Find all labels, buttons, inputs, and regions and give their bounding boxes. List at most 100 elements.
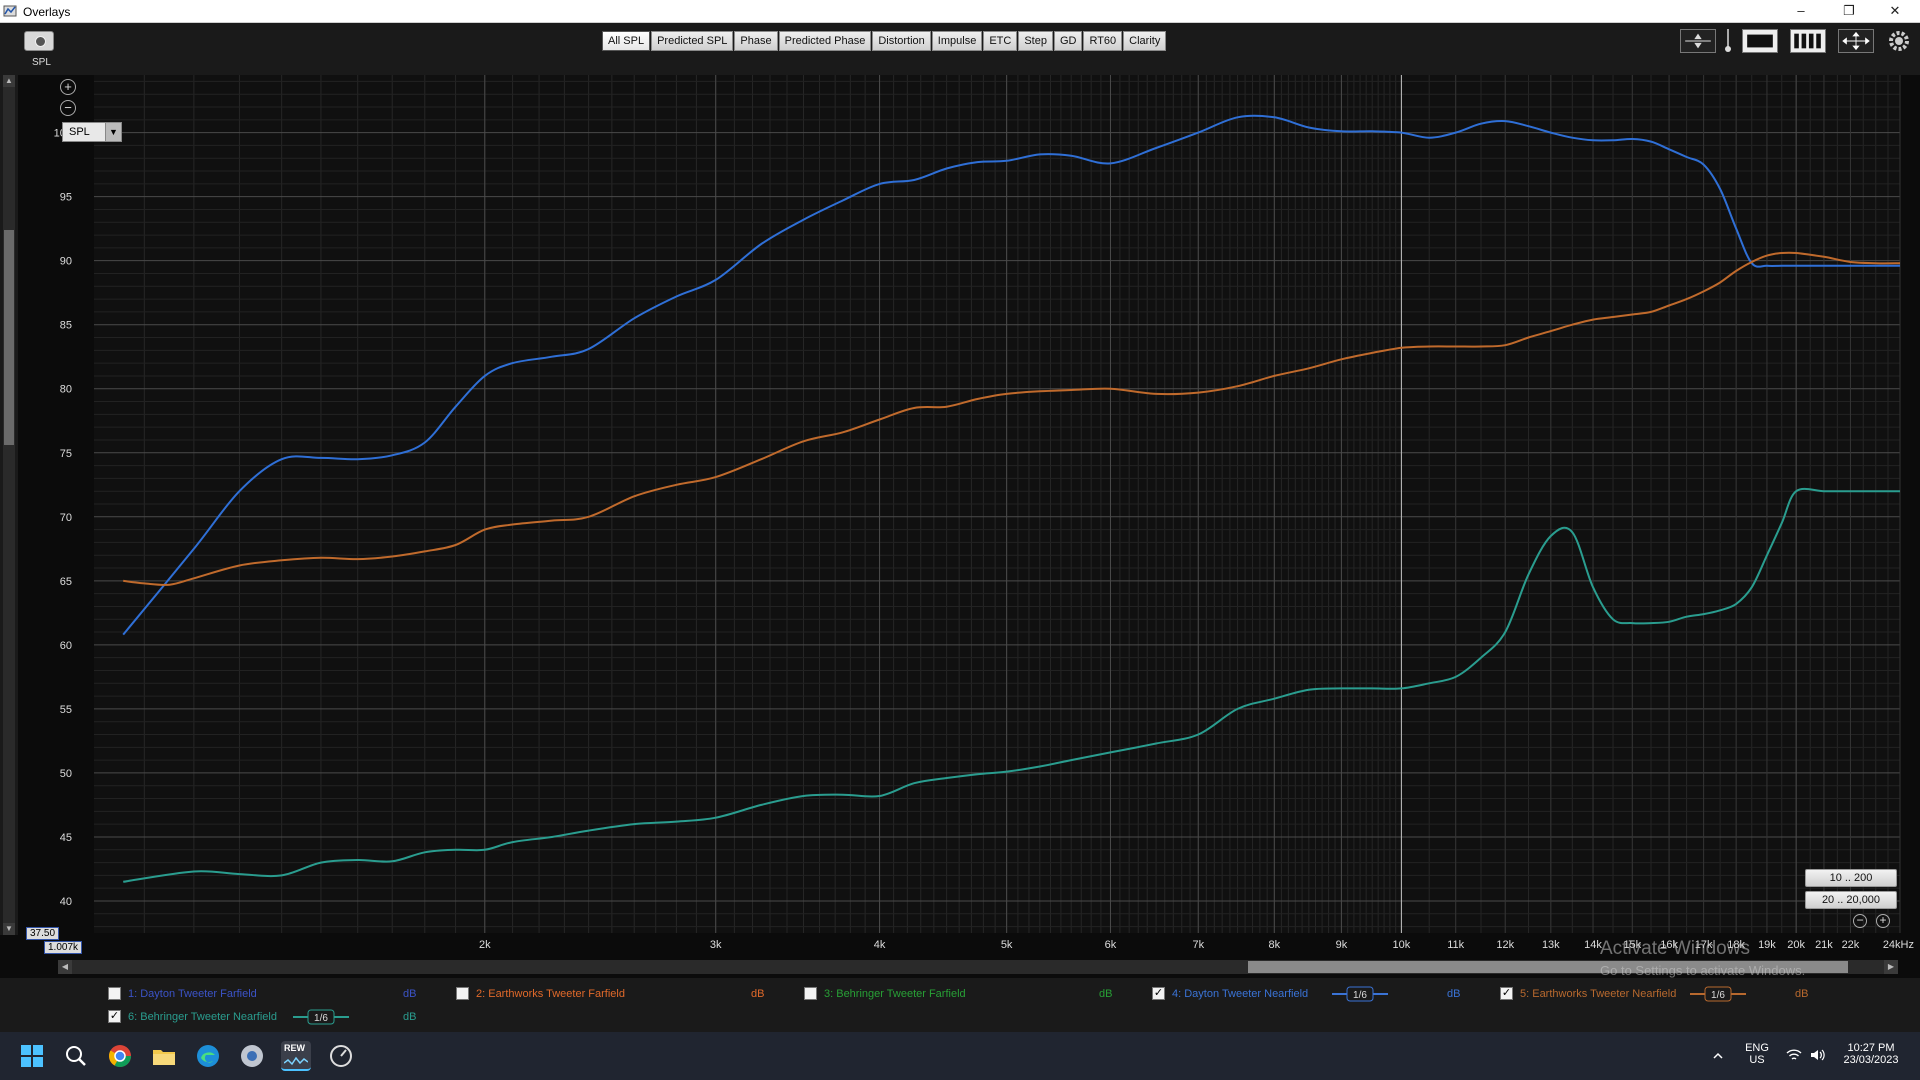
legend-checkbox[interactable]: ✓ — [1152, 987, 1165, 1000]
legend-item[interactable]: ✓ 5: Earthworks Tweeter Nearfield 1/6 dB — [1500, 984, 1840, 1004]
zoom-out-icon[interactable]: − — [60, 100, 76, 116]
fit-arrows-icon[interactable] — [1838, 29, 1874, 53]
tab-step[interactable]: Step — [1018, 31, 1053, 51]
smoothing-indicator[interactable]: 1/6 — [1690, 986, 1746, 1002]
legend-item[interactable]: 1: Dayton Tweeter Farfield dB — [108, 984, 448, 1004]
legend-label: 2: Earthworks Tweeter Farfield — [476, 988, 625, 1000]
x-tick-label: 24kHz — [1883, 939, 1914, 951]
tab-phase[interactable]: Phase — [734, 31, 778, 51]
gear-icon[interactable] — [1886, 29, 1912, 53]
wifi-icon[interactable] — [1786, 1048, 1802, 1062]
search-icon[interactable] — [61, 1041, 91, 1071]
speaker-icon[interactable] — [1810, 1048, 1826, 1062]
x-tick-label: 13k — [1542, 939, 1560, 951]
legend-label: 5: Earthworks Tweeter Nearfield — [1520, 988, 1677, 1000]
legend-checkbox[interactable] — [456, 987, 469, 1000]
x-tick-label: 10k — [1393, 939, 1411, 951]
zoom-out-x-icon[interactable]: − — [1853, 914, 1867, 928]
chevron-up-icon[interactable] — [1712, 1050, 1724, 1062]
vertical-scroll-thumb[interactable] — [4, 230, 14, 445]
y-tick-label: 40 — [60, 896, 72, 908]
legend-item[interactable]: 3: Behringer Tweeter Farfield dB — [804, 984, 1144, 1004]
graph-tabs: All SPL Predicted SPL Phase Predicted Phase… — [602, 31, 1167, 51]
smoothing-indicator[interactable]: 1/6 — [1332, 986, 1388, 1002]
y-tick-label: 90 — [60, 256, 72, 268]
layout-single-icon[interactable] — [1742, 29, 1778, 53]
legend-unit: dB — [1099, 988, 1113, 1000]
scroll-right-icon[interactable]: ▶ — [1884, 960, 1898, 974]
scroll-left-icon[interactable]: ◀ — [58, 960, 72, 974]
app-icon — [3, 5, 17, 17]
smoothing-line-icon: 1/6 — [1690, 986, 1746, 1002]
maximize-button[interactable]: ❐ — [1826, 0, 1872, 23]
x-tick-label: 4k — [874, 939, 886, 951]
min-freq-box[interactable]: 1.007k — [44, 941, 82, 954]
smoothing-label: 1/6 — [314, 1013, 328, 1024]
graph-toolbar: SPL All SPL Predicted SPL Phase Predicted P… — [0, 23, 1920, 75]
vertical-scrollbar[interactable]: ▲ ▼ — [3, 75, 15, 935]
legend-item[interactable]: ✓ 4: Dayton Tweeter Nearfield 1/6 dB — [1152, 984, 1492, 1004]
legend-checkbox[interactable]: ✓ — [108, 1010, 121, 1023]
tab-impulse[interactable]: Impulse — [931, 31, 983, 51]
legend-label: 3: Behringer Tweeter Farfield — [824, 988, 966, 1000]
spl-select[interactable]: SPL ▼ — [62, 122, 122, 142]
layout-columns-icon[interactable] — [1790, 29, 1826, 53]
watermark-line1: Activate Windows — [1600, 938, 1750, 959]
minimize-button[interactable]: – — [1778, 0, 1824, 23]
zoom-in-x-icon[interactable]: + — [1876, 914, 1890, 928]
spl-chart[interactable]: 4045505560657075808590951002k3k4k5k6k7k8… — [18, 75, 1920, 965]
legend-item[interactable]: ✓ 6: Behringer Tweeter Nearfield 1/6 dB — [108, 1007, 448, 1027]
y-tick-label: 65 — [60, 576, 72, 588]
legend-item[interactable]: 2: Earthworks Tweeter Farfield dB — [456, 984, 796, 1004]
clock-time: 10:27 PM — [1847, 1042, 1895, 1054]
legend-checkbox[interactable] — [804, 987, 817, 1000]
taskbar: REW ENG US 10:27 PM 23/03/2023 — [0, 1032, 1920, 1080]
tab-all-spl[interactable]: All SPL — [602, 31, 651, 51]
media-app-icon[interactable] — [237, 1041, 267, 1071]
speedometer-icon[interactable] — [326, 1041, 356, 1071]
y-tick-label: 50 — [60, 768, 72, 780]
x-tick-label: 9k — [1336, 939, 1348, 951]
tab-distortion[interactable]: Distortion — [872, 31, 931, 51]
y-tick-label: 75 — [60, 448, 72, 460]
spl-select-value: SPL — [69, 126, 90, 138]
windows-start-icon[interactable] — [17, 1041, 47, 1071]
camera-icon[interactable] — [24, 31, 54, 51]
x-tick-label: 5k — [1001, 939, 1013, 951]
legend-label: 6: Behringer Tweeter Nearfield — [128, 1011, 277, 1023]
legend-checkbox[interactable]: ✓ — [1500, 987, 1513, 1000]
tab-rt60[interactable]: RT60 — [1083, 31, 1123, 51]
chrome-icon[interactable] — [105, 1041, 135, 1071]
close-button[interactable]: ✕ — [1872, 0, 1918, 23]
min-value-box[interactable]: 37.50 — [26, 927, 59, 940]
scroll-up-icon[interactable]: ▲ — [3, 75, 15, 87]
tab-predicted-phase[interactable]: Predicted Phase — [778, 31, 872, 51]
x-tick-label: 3k — [710, 939, 722, 951]
smoothing-line-icon: 1/6 — [1332, 986, 1388, 1002]
y-tick-label: 95 — [60, 192, 72, 204]
tab-clarity[interactable]: Clarity — [1123, 31, 1167, 51]
scroll-down-icon[interactable]: ▼ — [3, 923, 15, 935]
tab-etc[interactable]: ETC — [983, 31, 1018, 51]
legend-unit: dB — [751, 988, 765, 1000]
x-tick-label: 21k — [1815, 939, 1833, 951]
tab-predicted-spl[interactable]: Predicted SPL — [651, 31, 734, 51]
language-indicator[interactable]: ENG US — [1742, 1042, 1772, 1066]
legend-checkbox[interactable] — [108, 987, 121, 1000]
rew-taskbar-button[interactable]: REW — [281, 1041, 311, 1071]
range-10-200-button[interactable]: 10 .. 200 — [1805, 869, 1897, 887]
tab-gd[interactable]: GD — [1053, 31, 1083, 51]
y-tick-label: 70 — [60, 512, 72, 524]
clock[interactable]: 10:27 PM 23/03/2023 — [1836, 1042, 1906, 1066]
align-icon[interactable] — [1680, 29, 1716, 53]
waveform-icon — [284, 1056, 308, 1066]
file-explorer-icon[interactable] — [149, 1041, 179, 1071]
edge-icon[interactable] — [193, 1041, 223, 1071]
zoom-in-icon[interactable]: + — [60, 79, 76, 95]
smoothing-indicator[interactable]: 1/6 — [293, 1009, 349, 1025]
slider-icon[interactable] — [1724, 29, 1732, 53]
smoothing-label: 1/6 — [1711, 990, 1725, 1001]
chevron-down-icon[interactable]: ▼ — [105, 123, 121, 141]
legend-unit: dB — [1447, 988, 1461, 1000]
range-20-20000-button[interactable]: 20 .. 20,000 — [1805, 891, 1897, 909]
